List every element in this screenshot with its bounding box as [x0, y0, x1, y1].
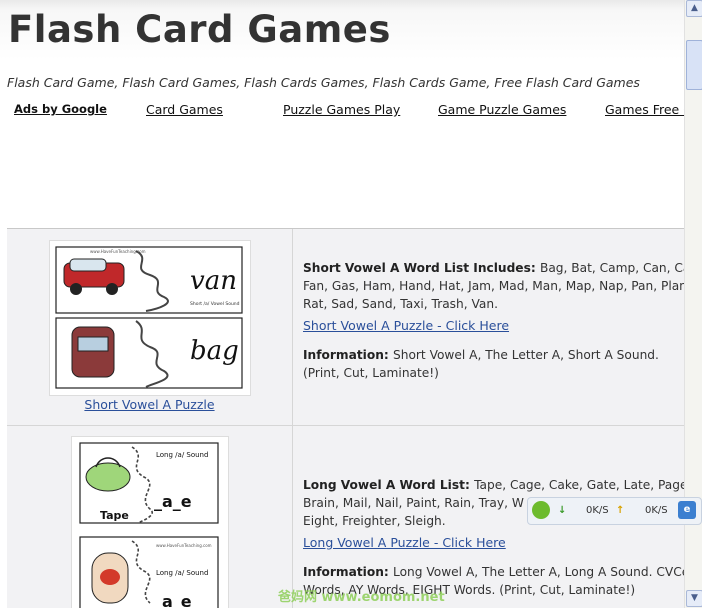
page-subtitle: Flash Card Game, Flash Card Games, Flash…	[7, 75, 640, 90]
scroll-up-arrow-icon[interactable]: ▲	[686, 0, 702, 17]
info-line: Long Vowel A, The Letter A, Long A Sound…	[393, 565, 684, 579]
word-list-line: Rat, Sad, Sand, Taxi, Trash, Van.	[303, 297, 498, 311]
upload-rate: 0K/S	[645, 505, 668, 516]
info-paragraph: Information: Short Vowel A, The Letter A…	[303, 348, 659, 380]
info-heading: Information	[303, 565, 384, 579]
ad-link-game-puzzle-games[interactable]: Game Puzzle Games	[438, 102, 566, 117]
network-speed-widget[interactable]: ↓ 0K/S ↑ 0K/S e	[527, 497, 702, 525]
puzzle-image: Tape Long /a/ Sound _a_e Long /a/ Sound …	[79, 442, 219, 608]
word-list-line: Fan, Gas, Ham, Hand, Hat, Jam, Mad, Man,…	[303, 279, 684, 293]
page-title: Flash Card Games	[8, 8, 391, 51]
info-line: Short Vowel A, The Letter A, Short A Sou…	[393, 348, 659, 362]
thumb-word-tape: Tape	[100, 509, 129, 522]
puzzle-list: van bag www.HaveFunTeaching.com Short /a…	[7, 228, 684, 608]
thumb-pattern: _a_e	[154, 492, 192, 511]
long-vowel-a-puzzle-click-here[interactable]: Long Vowel A Puzzle - Click Here	[303, 534, 506, 552]
thumb-site-text: www.HaveFunTeaching.com	[156, 543, 212, 548]
ad-link-card-games[interactable]: Card Games	[146, 102, 223, 117]
word-list-heading: Short Vowel A Word List Includes	[303, 261, 531, 275]
site-watermark: 爸妈网 www.eomom.net	[278, 590, 445, 605]
list-item: van bag www.HaveFunTeaching.com Short /a…	[7, 229, 684, 426]
word-list-line: Brain, Mail, Nail, Paint, Rain, Tray, W	[303, 496, 524, 510]
scrollbar-thumb[interactable]	[686, 40, 702, 90]
ad-link-puzzle-games-play[interactable]: Puzzle Games Play	[283, 102, 400, 117]
thumb-caption: Short /a/ Vowel Sound	[190, 301, 240, 307]
word-list-line: Eight, Freighter, Sleigh.	[303, 514, 446, 528]
download-arrow-icon: ↓	[558, 505, 567, 516]
scroll-down-arrow-icon[interactable]: ▼	[686, 590, 702, 607]
upload-arrow-icon: ↑	[616, 505, 625, 516]
item-description: Short Vowel A Word List Includes: Bag, B…	[293, 229, 684, 425]
thumb-word-bag: bag	[190, 336, 239, 366]
svg-text:_a_e: _a_e	[154, 592, 192, 608]
word-list-line: Tape, Cage, Cake, Gate, Late, Page, S	[474, 478, 684, 492]
info-line: (Print, Cut, Laminate!)	[303, 366, 439, 380]
short-vowel-a-thumbnail[interactable]: van bag www.HaveFunTeaching.com Short /a…	[49, 240, 251, 396]
short-vowel-a-puzzle-click-here[interactable]: Short Vowel A Puzzle - Click Here	[303, 317, 509, 335]
puzzle-image: van bag www.HaveFunTeaching.com Short /a…	[55, 246, 243, 389]
thumb-caption: Long /a/ Sound	[156, 451, 208, 459]
thumb-word-van: van	[190, 266, 237, 296]
short-vowel-a-puzzle-link[interactable]: Short Vowel A Puzzle	[7, 397, 292, 412]
ads-by-google-label[interactable]: Ads by Google	[14, 102, 107, 116]
long-vowel-a-thumbnail[interactable]: Tape Long /a/ Sound _a_e Long /a/ Sound …	[71, 436, 229, 608]
word-list-line: Bag, Bat, Camp, Can, Cat, D	[539, 261, 684, 275]
item-thumbnail-cell: van bag www.HaveFunTeaching.com Short /a…	[7, 229, 293, 425]
thumb-site-text: www.HaveFunTeaching.com	[90, 249, 146, 254]
download-rate: 0K/S	[586, 505, 609, 516]
info-heading: Information	[303, 348, 384, 362]
svg-text:Long /a/ Sound: Long /a/ Sound	[156, 569, 208, 577]
accelerator-logo-icon[interactable]	[532, 501, 550, 519]
item-thumbnail-cell: Tape Long /a/ Sound _a_e Long /a/ Sound …	[7, 426, 293, 608]
word-list-paragraph: Short Vowel A Word List Includes: Bag, B…	[303, 259, 684, 313]
ad-link-games-free[interactable]: Games Free C	[605, 102, 684, 117]
word-list-heading: Long Vowel A Word List	[303, 478, 465, 492]
ie-browser-icon[interactable]: e	[678, 501, 696, 519]
